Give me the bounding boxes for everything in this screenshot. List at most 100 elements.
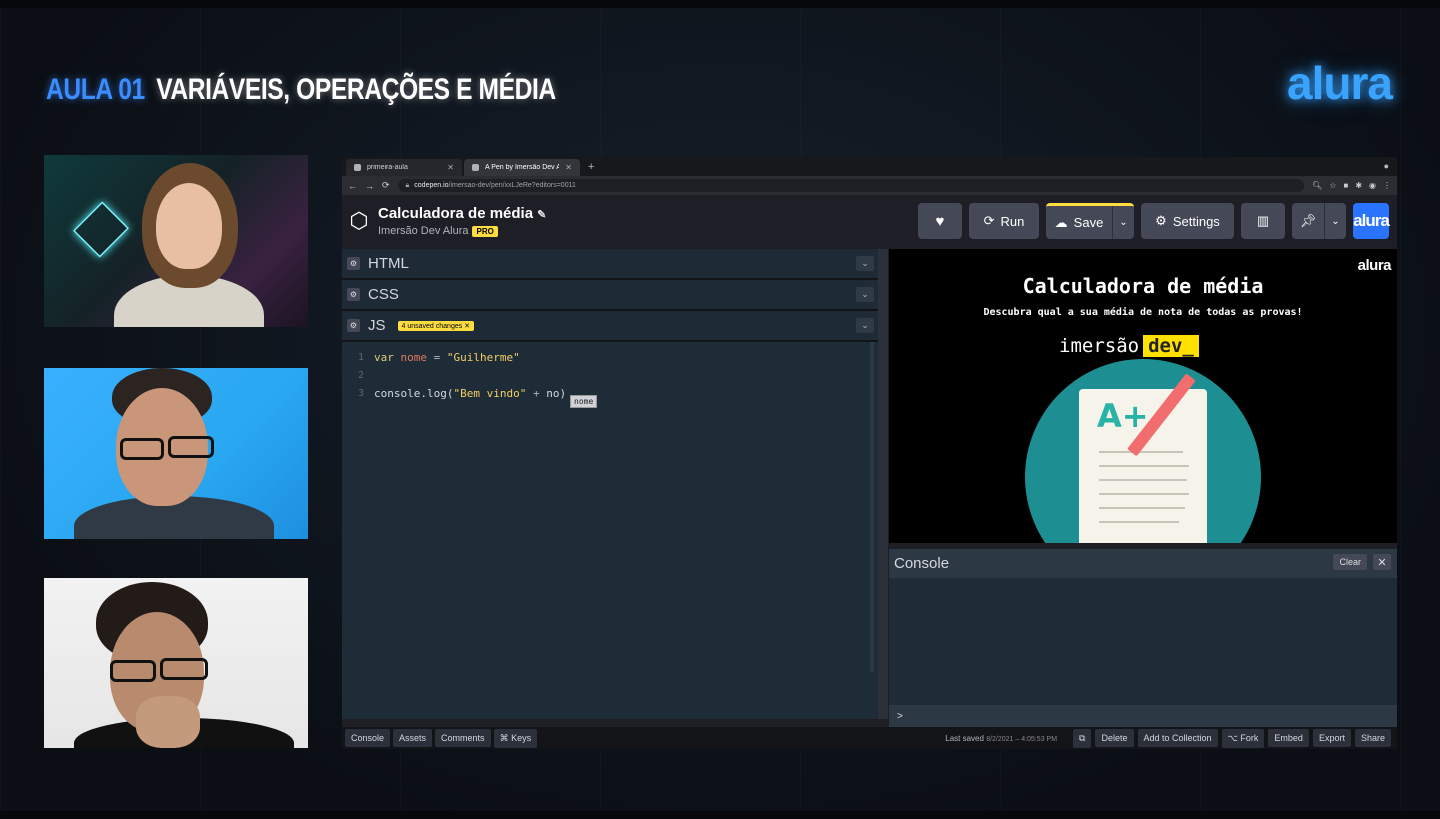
pin-button[interactable]: 📌︎ (1292, 203, 1324, 239)
grade-paper-illustration: A+ (1079, 389, 1207, 543)
tab-label: primeira-aula (367, 164, 408, 171)
console-clear-button[interactable]: Clear (1333, 554, 1367, 570)
back-icon[interactable]: ← (348, 181, 357, 191)
html-editor-header[interactable]: ⚙ HTML ⌄ (342, 249, 878, 280)
chevron-down-icon[interactable]: ⌄ (856, 318, 874, 333)
prompt-icon: > (897, 710, 903, 722)
header-actions: ♥ ⟳ Run ☁ Save ⌄ ⚙ Settings ▥ 📌︎ ⌄ alura (918, 203, 1390, 239)
profile-icon[interactable]: ◉ (1369, 181, 1376, 190)
run-button[interactable]: ⟳ Run (969, 203, 1039, 239)
chevron-down-icon: ⌄ (1119, 217, 1128, 228)
close-icon[interactable]: ✕ (447, 163, 454, 172)
more-icon[interactable]: ⋮ (1383, 181, 1391, 190)
run-label: Run (1000, 213, 1025, 229)
url-host: codepen.io (414, 182, 449, 189)
heart-button[interactable]: ♥ (918, 203, 962, 239)
codepen-logo-icon[interactable]: ⬡ (346, 208, 372, 234)
alura-logo: alura (1287, 57, 1393, 109)
add-to-collection-button[interactable]: Add to Collection (1137, 729, 1218, 747)
browser-tab[interactable]: primeira-aula ✕ (346, 159, 462, 176)
autocomplete-suggestion[interactable]: nome (570, 395, 598, 408)
css-editor-header[interactable]: ⚙ CSS ⌄ (342, 280, 878, 311)
pin-icon: 📌︎ (1299, 213, 1317, 228)
url-field[interactable]: 🔒︎ codepen.io /imersao-dev/pen/xxLJeRe?e… (397, 179, 1305, 192)
pen-owner[interactable]: Imersão Dev Alura (378, 225, 468, 237)
lesson-topic: VARIÁVEIS, OPERAÇÕES E MÉDIA (156, 73, 556, 106)
editor-scrollbar[interactable] (870, 342, 874, 672)
code-function-call: console.log( (374, 386, 454, 400)
fork-button[interactable]: ⌥ Fork (1221, 728, 1265, 748)
comments-button[interactable]: Comments (435, 729, 491, 747)
code-line[interactable]: 1 var nome = "Guilherme" (342, 348, 878, 366)
save-button[interactable]: ☁ Save (1046, 206, 1112, 239)
js-code-area[interactable]: 1 var nome = "Guilherme" 2 3 console.log… (342, 342, 878, 719)
paper-line (1099, 451, 1183, 453)
code-operator: + (532, 386, 540, 400)
new-tab-icon[interactable]: + (582, 161, 600, 173)
console-title: Console (894, 555, 950, 572)
pin-options-button[interactable]: ⌄ (1324, 203, 1346, 239)
puzzle-icon[interactable]: ✱ (1355, 181, 1362, 190)
code-line[interactable]: 2 (342, 366, 878, 384)
alura-account-button[interactable]: alura (1353, 203, 1390, 239)
glasses (120, 438, 164, 460)
browser-window: primeira-aula ✕ A Pen by Imersão Dev Alu… (342, 157, 1397, 749)
save-options-button[interactable]: ⌄ (1112, 206, 1134, 239)
browser-menu-icon[interactable]: ● (1384, 161, 1389, 171)
unsaved-changes-badge[interactable]: 4 unsaved changes ✕ (397, 320, 475, 331)
result-preview: alura Calculadora de média Descubra qual… (889, 249, 1397, 543)
gear-icon[interactable]: ⚙ (347, 288, 360, 301)
assets-button[interactable]: Assets (393, 729, 433, 747)
line-number: 3 (357, 387, 364, 399)
code-line[interactable]: 3 console.log("Bem vindo" + no) (342, 384, 878, 402)
html-editor-label: HTML (368, 255, 409, 272)
lamp-decoration (73, 201, 129, 258)
code-string: "Bem vindo" (453, 386, 527, 400)
reload-icon[interactable]: ⟳ (382, 180, 390, 191)
layout-button[interactable]: ▥ (1241, 203, 1285, 239)
save-label: Save (1073, 215, 1104, 230)
chevron-down-icon[interactable]: ⌄ (856, 256, 874, 271)
close-icon[interactable]: ✕ (1373, 554, 1391, 570)
paper-line (1099, 521, 1179, 523)
code-editors: ⚙ HTML ⌄ ⚙ CSS ⌄ ⚙ JS 4 unsaved changes … (342, 249, 878, 719)
last-saved-label: Last saved (945, 733, 984, 743)
settings-button[interactable]: ⚙ Settings (1141, 203, 1234, 239)
favicon-icon (472, 164, 479, 171)
gear-icon[interactable]: ⚙ (347, 257, 360, 270)
favicon-icon (354, 164, 361, 171)
webcam-presenter-2 (44, 368, 308, 539)
console-input[interactable]: > (889, 705, 1397, 727)
export-button[interactable]: Export (1312, 729, 1351, 747)
imersao-dev-logo: imersão dev_ (1059, 335, 1199, 357)
browser-tab-active[interactable]: A Pen by Imersão Dev Alura ✕ (464, 159, 580, 176)
delete-button[interactable]: Delete (1095, 729, 1134, 747)
preview-subtitle: Descubra qual a sua média de nota de tod… (983, 307, 1303, 318)
code-string: "Guilherme" (446, 350, 520, 364)
resize-gutter[interactable] (878, 249, 888, 719)
gear-icon[interactable]: ⚙ (347, 319, 360, 332)
chevron-down-icon[interactable]: ⌄ (856, 287, 874, 302)
code-variable: nome (400, 350, 428, 364)
star-icon[interactable]: ☆ (1329, 181, 1336, 190)
share-button[interactable]: Share (1354, 729, 1391, 747)
forward-icon[interactable]: → (365, 181, 374, 191)
lesson-title: AULA 01 VARIÁVEIS, OPERAÇÕES E MÉDIA (46, 70, 556, 110)
settings-label: Settings (1172, 213, 1220, 229)
paper-line (1099, 465, 1189, 467)
zoom-icon[interactable]: 🔍︎ (1312, 181, 1322, 190)
open-external-button[interactable]: ⧉ (1073, 728, 1092, 748)
js-editor-header[interactable]: ⚙ JS 4 unsaved changes ✕ ⌄ (342, 311, 878, 342)
extension-icon[interactable]: ■ (1343, 181, 1348, 190)
js-editor-label: JS (368, 317, 386, 334)
line-number: 1 (357, 351, 364, 363)
embed-button[interactable]: Embed (1268, 729, 1309, 747)
pencil-icon[interactable]: ✎ (537, 209, 546, 221)
pen-title[interactable]: Calculadora de média (378, 205, 533, 222)
close-icon[interactable]: ✕ (565, 163, 572, 172)
layout-icon: ▥ (1256, 213, 1270, 228)
background-strip-bottom (0, 811, 1440, 819)
code-partial-identifier: no) (546, 386, 567, 400)
console-tab-button[interactable]: Console (345, 729, 391, 747)
keys-button[interactable]: ⌘ Keys (493, 728, 538, 748)
